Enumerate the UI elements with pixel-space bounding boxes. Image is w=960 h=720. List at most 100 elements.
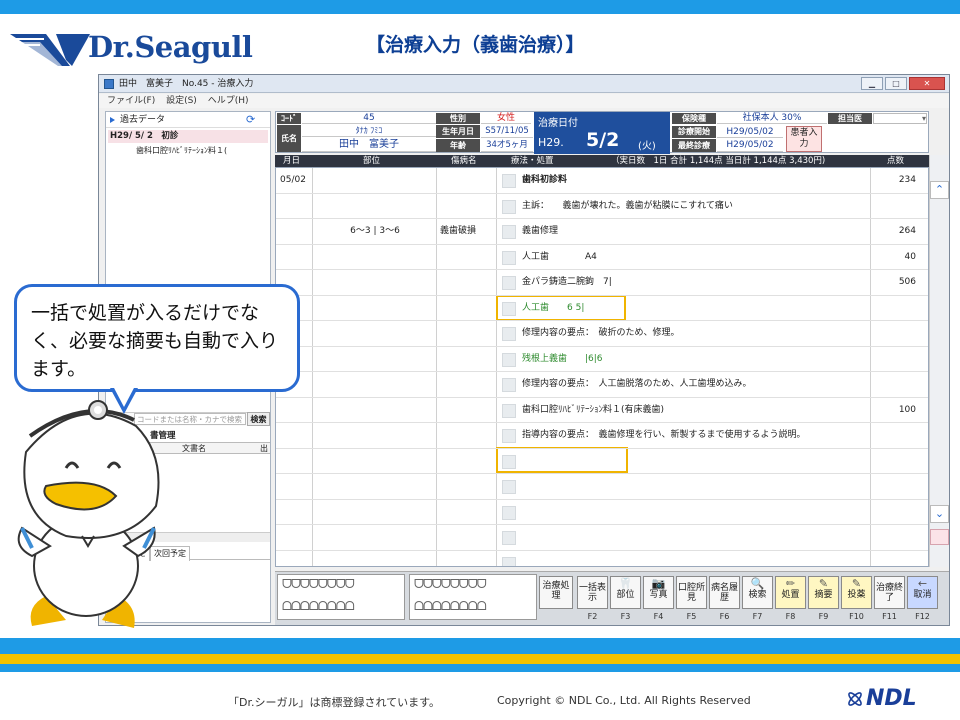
row-points: 40	[904, 251, 916, 262]
row-date	[280, 551, 310, 567]
function-button-f11[interactable]: 治療終了	[874, 576, 905, 609]
toolbar-button-label: 摘要	[814, 590, 833, 600]
row-site	[316, 500, 434, 526]
row-treatment: 義歯修理	[522, 226, 559, 236]
ndl-logo-icon	[848, 692, 862, 706]
row-date: 05/02	[280, 175, 306, 185]
row-checkbox[interactable]	[502, 199, 516, 214]
table-row[interactable]	[276, 449, 928, 475]
minimize-icon[interactable]: ▁	[861, 77, 883, 90]
table-row[interactable]: 6～3 | 3～6 義歯破損 義歯修理 264	[276, 219, 928, 245]
patient-code: 45	[302, 113, 436, 124]
row-checkbox[interactable]	[502, 480, 516, 494]
refresh-icon[interactable]: ⟳	[246, 113, 255, 126]
function-button-f2[interactable]: 一括表示	[577, 576, 608, 609]
function-button-f9[interactable]: ✎ 摘要	[808, 576, 839, 609]
row-treatment: 人工歯 6 5|	[522, 302, 585, 313]
patient-kana: ﾀﾅｶ ﾌﾐｺ	[302, 125, 436, 137]
row-site	[316, 398, 434, 424]
function-button-f4[interactable]: 📷 写真	[643, 576, 674, 609]
row-points	[874, 474, 916, 500]
table-row[interactable]: 05/02 歯科初診料 234	[276, 168, 928, 194]
toolbar-button-label: 口腔所見	[677, 583, 705, 603]
row-site	[316, 551, 434, 567]
row-disease	[440, 245, 496, 271]
search-button[interactable]: 検索	[247, 412, 270, 426]
row-site: 6～3 | 3～6	[350, 226, 400, 236]
row-treatment: 残根上義歯 |6|6	[522, 353, 603, 364]
table-row[interactable]: 残根上義歯 |6|6	[276, 347, 928, 372]
tooth-chart-lower[interactable]: ᗜᗜᗜᗜᗜᗜᗜᗜ ᗝᗝᗝᗝᗝᗝᗝᗝ	[409, 574, 537, 620]
table-row[interactable]	[276, 500, 928, 526]
menu-file[interactable]: ファイル(F)	[107, 96, 155, 106]
menu-settings[interactable]: 設定(S)	[166, 96, 197, 106]
table-row[interactable]: 歯科口腔ﾘﾊﾋﾞﾘﾃｰｼｮﾝ料１(有床義歯) 100	[276, 398, 928, 424]
function-button-f3[interactable]: 🦷 部位	[610, 576, 641, 609]
row-checkbox[interactable]	[502, 403, 516, 418]
function-button-f6[interactable]: 病名履歴	[709, 576, 740, 609]
row-checkbox[interactable]	[502, 505, 516, 520]
row-treatment: 歯科初診料	[522, 175, 568, 185]
footer-band-blue	[0, 638, 960, 654]
row-checkbox[interactable]	[502, 225, 516, 239]
row-checkbox[interactable]	[502, 378, 516, 392]
menu-help[interactable]: ヘルプ(H)	[208, 96, 249, 106]
row-checkbox[interactable]	[502, 250, 516, 265]
row-site	[316, 474, 434, 500]
function-button-f5[interactable]: 口腔所見	[676, 576, 707, 609]
table-row[interactable]: 修理内容の要点： 破折のため、修理。	[276, 321, 928, 347]
close-icon[interactable]: ✕	[909, 77, 945, 90]
row-treatment	[522, 449, 868, 475]
row-treatment: 修理内容の要点： 人工歯脱落のため、人工歯埋め込み。	[522, 379, 752, 389]
grid-scrollbar[interactable]: ⌃ ⌄	[929, 155, 949, 567]
table-row[interactable]	[276, 551, 928, 567]
function-button-f10[interactable]: ✎ 投薬	[841, 576, 872, 609]
table-row[interactable]: 主訴： 義歯が壊れた。義歯が粘膜にこすれて痛い	[276, 194, 928, 219]
function-button-f7[interactable]: 🔍 検索	[742, 576, 773, 609]
row-treatment: 修理内容の要点： 破折のため、修理。	[522, 328, 680, 338]
toolbar-icon: ✏	[785, 577, 796, 590]
row-checkbox[interactable]	[502, 327, 516, 341]
table-row[interactable]: 人工歯 6 5|	[276, 296, 928, 322]
row-checkbox[interactable]	[502, 301, 516, 316]
row-treatment: 歯科口腔ﾘﾊﾋﾞﾘﾃｰｼｮﾝ料１(有床義歯)	[522, 404, 665, 415]
menubar: ファイル(F) 設定(S) ヘルプ(H)	[99, 94, 949, 108]
row-disease	[440, 321, 496, 347]
function-key-label: F3	[620, 612, 631, 621]
row-disease	[440, 449, 496, 475]
row-checkbox[interactable]	[502, 556, 516, 566]
row-checkbox[interactable]	[502, 352, 516, 367]
table-row[interactable]: 修理内容の要点： 人工歯脱落のため、人工歯埋め込み。	[276, 372, 928, 398]
row-treatment: 金パラ鋳造二腕鉤 7|	[522, 277, 612, 287]
table-row[interactable]: 人工歯 A4 40	[276, 245, 928, 271]
row-checkbox[interactable]	[502, 174, 516, 188]
row-checkbox[interactable]	[502, 276, 516, 290]
table-row[interactable]	[276, 474, 928, 500]
visit-row[interactable]: H29/ 5/ 2 初診	[108, 130, 268, 143]
row-treatment	[522, 474, 868, 500]
scroll-up-icon[interactable]: ⌃	[930, 181, 949, 199]
row-site	[316, 296, 434, 322]
scroll-down-icon[interactable]: ⌄	[930, 505, 949, 523]
row-disease	[440, 168, 496, 194]
toolbar-button-label: 治療終了	[875, 583, 903, 603]
row-checkbox[interactable]	[502, 429, 516, 443]
tooth-chart-upper[interactable]: ᗜᗜᗜᗜᗜᗜᗜᗜ ᗝᗝᗝᗝᗝᗝᗝᗝ	[277, 574, 405, 620]
table-row[interactable]	[276, 525, 928, 551]
row-disease	[440, 500, 496, 526]
visit-item[interactable]: 歯科口腔ﾘﾊﾋﾞﾘﾃｰｼｮﾝ料１(	[136, 144, 268, 157]
function-button-f8[interactable]: ✏ 処置	[775, 576, 806, 609]
table-row[interactable]: 指導内容の要点： 義歯修理を行い、新製するまで使用するよう説明。	[276, 423, 928, 449]
function-button-f12[interactable]: ← 取消	[907, 576, 938, 609]
row-checkbox[interactable]	[502, 454, 516, 469]
treatment-process-button[interactable]: 治療処理	[539, 576, 573, 609]
toolbar-button-label: 処置	[781, 590, 800, 600]
toolbar-icon: 🔍	[750, 577, 765, 590]
maximize-icon[interactable]: □	[885, 77, 907, 90]
patient-input-button[interactable]: 患者入力	[786, 126, 822, 152]
treatment-date-panel[interactable]: 治療日付 H29. 5/2 (火)	[534, 112, 670, 154]
row-checkbox[interactable]	[502, 531, 516, 545]
doctor-select[interactable]: ▾	[873, 113, 927, 124]
row-points: 264	[898, 226, 916, 236]
table-row[interactable]: 金パラ鋳造二腕鉤 7| 506	[276, 270, 928, 296]
